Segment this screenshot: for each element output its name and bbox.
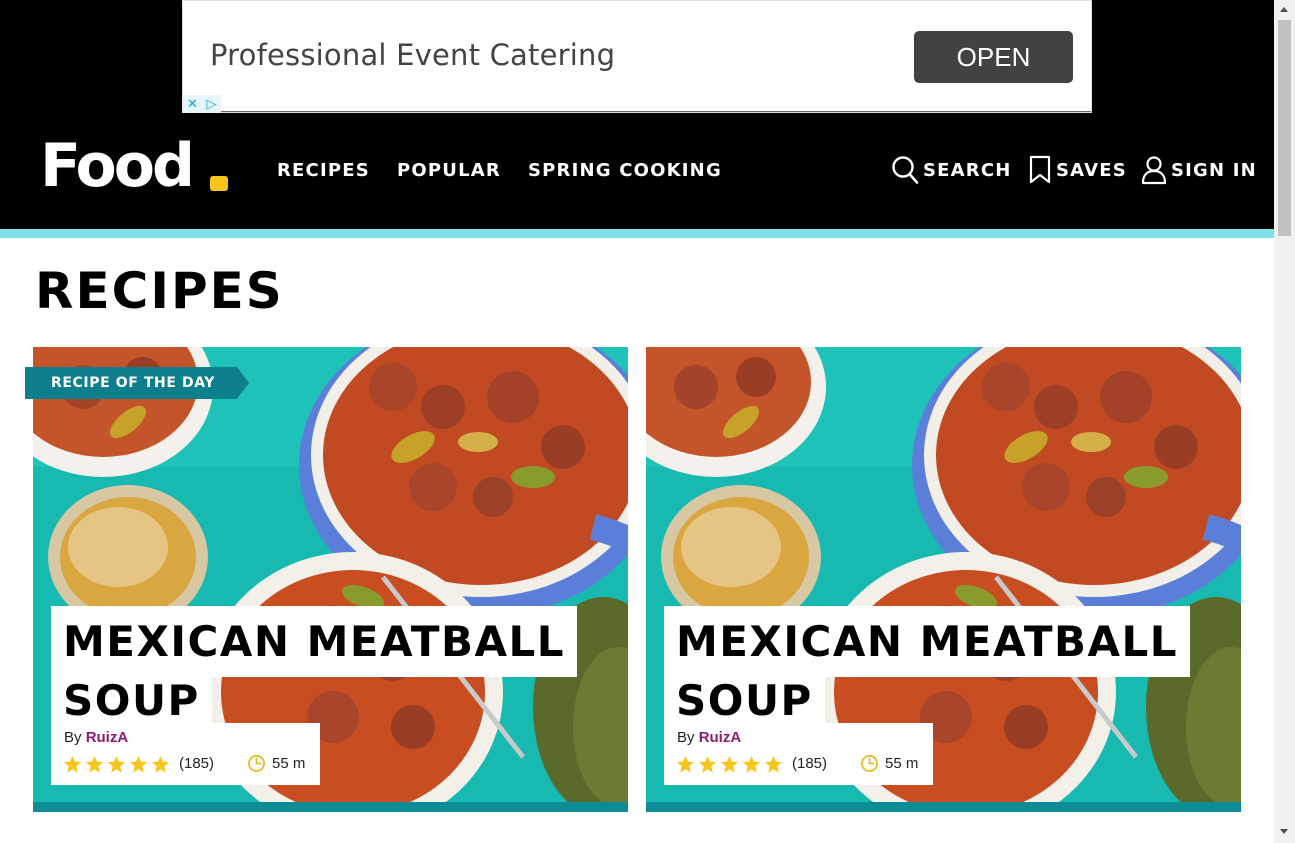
scroll-up-arrow-icon[interactable] xyxy=(1280,7,1288,12)
sign-in-button[interactable]: SIGN IN xyxy=(1141,155,1257,185)
ad-open-button[interactable]: OPEN xyxy=(914,31,1073,83)
nav-popular-link[interactable]: POPULAR xyxy=(397,160,501,181)
cook-time: 55 m xyxy=(247,754,305,773)
ad-close-icon[interactable]: ✕ xyxy=(183,95,202,113)
main-nav-item-recipes[interactable]: RECIPES xyxy=(277,160,370,181)
main-nav-item-popular[interactable]: POPULAR xyxy=(397,160,501,181)
recipe-meta: By RuizA (185) 55 m xyxy=(51,723,320,785)
saves-label: SAVES xyxy=(1056,159,1127,181)
star-icon xyxy=(107,755,126,773)
recipe-of-the-day-badge: RECIPE OF THE DAY xyxy=(25,367,250,399)
site-logo[interactable]: Food xyxy=(40,133,195,199)
star-rating xyxy=(676,755,786,774)
recipe-title-line-2-box: SOUP xyxy=(51,676,212,725)
ad-headline[interactable]: Professional Event Catering xyxy=(210,38,615,72)
recipe-title-line-1[interactable]: MEXICAN MEATBALL xyxy=(676,617,1178,666)
cook-time: 55 m xyxy=(860,754,918,773)
bookmark-icon xyxy=(1029,155,1051,184)
header-accent-line xyxy=(0,229,1274,238)
cook-time-value: 55 m xyxy=(272,755,306,772)
recipe-card[interactable]: MEXICAN MEATBALL SOUP By RuizA (185) 55 … xyxy=(646,347,1241,812)
page-title: RECIPES xyxy=(35,262,284,320)
star-icon xyxy=(151,755,170,773)
star-icon xyxy=(764,755,783,773)
search-icon xyxy=(892,156,919,184)
star-icon xyxy=(85,755,104,773)
recipe-image[interactable]: MEXICAN MEATBALL SOUP By RuizA (185) 55 … xyxy=(646,347,1241,804)
recipe-title-line-2-box: SOUP xyxy=(664,676,825,725)
recipe-title-line-1[interactable]: MEXICAN MEATBALL xyxy=(63,617,565,666)
star-rating xyxy=(63,755,173,774)
ad-choices[interactable]: ✕ ▷ xyxy=(183,95,221,113)
cook-time-value: 55 m xyxy=(885,755,919,772)
user-icon xyxy=(1141,156,1167,185)
star-icon xyxy=(720,755,739,773)
byline-prefix: By xyxy=(677,729,695,746)
author-link[interactable]: RuizA xyxy=(86,729,129,746)
sign-in-label: SIGN IN xyxy=(1171,159,1257,181)
scrollbar-thumb[interactable] xyxy=(1278,20,1291,236)
recipe-title-line-2[interactable]: SOUP xyxy=(676,676,813,725)
clock-icon xyxy=(861,755,878,772)
ad-divider xyxy=(221,111,1091,112)
page-scrollbar[interactable] xyxy=(1274,0,1295,843)
recipe-image[interactable]: MEXICAN MEATBALL SOUP By RuizA (185) 55 … xyxy=(33,347,628,804)
clock-icon xyxy=(248,755,265,772)
card-bottom-bar xyxy=(33,802,628,812)
adchoices-icon[interactable]: ▷ xyxy=(202,95,221,113)
ad-banner[interactable]: Professional Event Catering OPEN ✕ ▷ xyxy=(182,0,1092,113)
recipe-meta: By RuizA (185) 55 m xyxy=(664,723,933,785)
search-label: SEARCH xyxy=(923,159,1012,181)
scroll-down-arrow-icon[interactable] xyxy=(1280,829,1288,834)
rating-count: (185) xyxy=(179,755,215,772)
card-bottom-bar xyxy=(646,802,1241,812)
search-button[interactable]: SEARCH xyxy=(891,155,1012,185)
author-link[interactable]: RuizA xyxy=(699,729,742,746)
byline-prefix: By xyxy=(64,729,82,746)
recipe-title-line-2[interactable]: SOUP xyxy=(63,676,200,725)
logo-dot xyxy=(210,176,228,191)
recipe-card[interactable]: MEXICAN MEATBALL SOUP By RuizA (185) 55 … xyxy=(33,347,628,812)
star-icon xyxy=(129,755,148,773)
recipe-byline: By RuizA xyxy=(64,729,128,746)
recipe-title-line-1-box: MEXICAN MEATBALL xyxy=(664,606,1191,677)
rating-count: (185) xyxy=(792,755,828,772)
recipe-title-line-1-box: MEXICAN MEATBALL xyxy=(51,606,578,677)
recipe-byline: By RuizA xyxy=(677,729,741,746)
main-nav-item-spring-cooking[interactable]: SPRING COOKING xyxy=(528,160,722,181)
star-icon xyxy=(698,755,717,773)
saves-button[interactable]: SAVES xyxy=(1028,155,1127,185)
star-icon xyxy=(676,755,695,773)
star-icon xyxy=(742,755,761,773)
nav-recipes-link[interactable]: RECIPES xyxy=(277,160,370,181)
star-icon xyxy=(63,755,82,773)
nav-spring-cooking-link[interactable]: SPRING COOKING xyxy=(528,160,722,181)
